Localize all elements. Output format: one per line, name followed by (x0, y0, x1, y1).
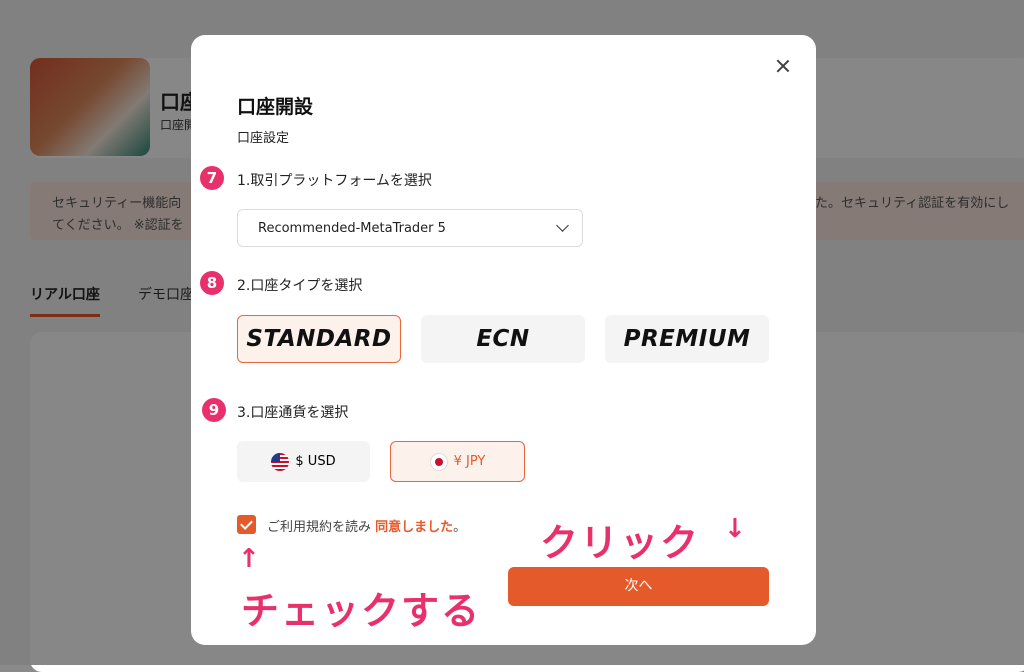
dialog-title: 口座開設 (237, 96, 314, 118)
terms-checkbox[interactable] (237, 515, 256, 534)
step-badge-8: 8 (200, 271, 224, 295)
account-opening-dialog: 口座開設 口座設定 7 1.取引プラットフォームを選択 Recommended-… (191, 35, 816, 645)
us-flag-icon (271, 452, 290, 471)
step-badge-9: 9 (202, 398, 226, 422)
currency-jpy-button[interactable]: ¥ JPY (390, 441, 525, 482)
currency-usd-label: $ USD (295, 454, 336, 469)
platform-select[interactable]: Recommended-MetaTrader 5 (237, 209, 583, 247)
account-type-ecn[interactable]: ECN (421, 315, 585, 363)
dialog-subtitle: 口座設定 (237, 131, 290, 146)
currency-usd-button[interactable]: $ USD (237, 441, 370, 482)
next-button[interactable]: 次へ (508, 567, 769, 606)
platform-select-value: Recommended-MetaTrader 5 (258, 221, 446, 236)
currency-label: 3.口座通貨を選択 (237, 405, 349, 421)
arrow-up-icon: ↑ (238, 544, 260, 574)
account-type-premium[interactable]: PREMIUM (605, 315, 769, 363)
annotation-check: チェックする (241, 589, 482, 633)
currency-jpy-label: ¥ JPY (453, 454, 486, 469)
account-type-label: 2.口座タイプを選択 (237, 278, 363, 294)
arrow-down-icon: ↓ (724, 514, 746, 544)
annotation-click: クリック (540, 521, 701, 565)
terms-text: ご利用規約を読み (267, 520, 372, 535)
terms-suffix: 。 (453, 520, 467, 535)
close-icon[interactable] (774, 57, 792, 75)
platform-label: 1.取引プラットフォームを選択 (237, 173, 432, 189)
step-badge-7: 7 (200, 166, 224, 190)
terms-link[interactable]: 同意しました (375, 520, 453, 535)
terms-agreement: ご利用規約を読み 同意しました。 (267, 516, 466, 535)
japan-flag-icon (429, 452, 448, 471)
account-type-standard[interactable]: STANDARD (237, 315, 401, 363)
chevron-down-icon (556, 219, 569, 232)
